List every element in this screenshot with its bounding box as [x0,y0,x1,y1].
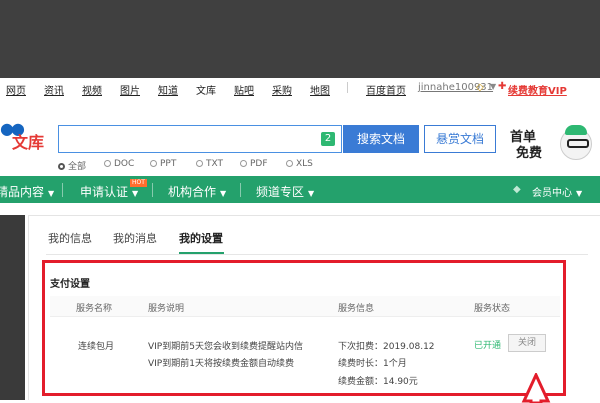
topnav-item-video[interactable]: 视频 [82,82,102,97]
topnav-item-purchase[interactable]: 采购 [272,82,292,97]
nav-channel-zone[interactable]: 频道专区 ▼ [256,183,314,200]
tabs-divider [46,254,588,255]
topnav-item-tieba[interactable]: 贴吧 [234,82,254,97]
highlight-box [42,260,566,396]
radio-icon [240,160,247,167]
nav-premium-content[interactable]: 精品内容 ▼ [0,183,54,200]
reward-document-button[interactable]: 悬赏文档 [424,125,496,153]
vip-icon: ✚ [498,81,507,92]
promo-line2: 免费 [516,146,543,161]
tab-my-info[interactable]: 我的信息 [48,230,92,246]
diamond-icon: ◇ [476,82,484,93]
tab-my-messages[interactable]: 我的消息 [113,230,157,246]
radio-icon [104,160,111,167]
topnav-item-map[interactable]: 地图 [310,82,330,97]
filetype-all[interactable]: 全部 [58,159,86,172]
search-input[interactable]: 2 [58,125,342,153]
caret-down-icon: ▼ [220,189,227,198]
logo-text: 文库 [12,133,45,152]
filetype-label: DOC [114,159,135,169]
arrow-up-annotation-icon [521,373,551,403]
filetype-txt[interactable]: TXT [196,159,223,169]
radio-selected-icon [58,163,65,170]
filetype-xls[interactable]: XLS [286,159,313,169]
radio-icon [150,160,157,167]
filetype-doc[interactable]: DOC [104,159,134,169]
filetype-label: PDF [250,159,268,169]
first-order-free-promo[interactable]: 首单 免费 [508,124,598,164]
member-center-link[interactable]: 会员中心 ▼ [532,184,582,199]
hot-badge: HOT [130,179,147,187]
member-center-label: 会员中心 [532,188,572,199]
left-sidebar-strip [0,215,25,400]
topnav-item-wenku[interactable]: 文库 [196,82,216,97]
filetype-label: PPT [160,159,177,169]
baidu-home-link[interactable]: 百度首页 [366,82,406,97]
topnav-divider [347,82,348,93]
main-navigation: 精品内容 ▼ 申请认证 ▼ HOT 机构合作 ▼ 频道专区 ▼ ◆ 会员中心 ▼ [0,176,600,203]
screen-top-dark-area [0,0,600,78]
filetype-ppt[interactable]: PPT [150,159,176,169]
tab-my-settings[interactable]: 我的设置 [179,230,223,246]
filetype-label: 全部 [68,162,87,172]
wenku-logo[interactable]: ●● 文库 [0,115,56,155]
nav-divider [152,183,153,197]
nav-label: 频道专区 [256,185,305,199]
nav-label: 申请认证 [80,185,129,199]
chevron-down-icon[interactable]: ▼ [490,82,496,91]
account-tabs: 我的信息 我的消息 我的设置 [28,228,588,256]
topnav-item-web[interactable]: 网页 [6,82,26,97]
filetype-label: XLS [296,159,313,169]
filetype-pdf[interactable]: PDF [240,159,268,169]
mascot-icon [560,125,592,160]
caret-down-icon: ▼ [308,189,315,198]
filetype-label: TXT [206,159,224,169]
topnav-item-news[interactable]: 资讯 [44,82,64,97]
radio-icon [196,160,203,167]
caret-down-icon: ▼ [48,189,55,198]
nav-institution-cooperation[interactable]: 机构合作 ▼ [168,183,226,200]
renew-vip-link[interactable]: 续费教育VIP [508,82,567,97]
nav-divider [240,183,241,197]
top-navigation: 网页 资讯 视频 图片 知道 文库 贴吧 采购 地图 百度首页 jinnahe1… [0,78,600,98]
search-count-badge: 2 [321,132,335,146]
caret-down-icon: ▼ [576,189,583,198]
caret-down-icon: ▼ [132,189,139,198]
nav-label: 机构合作 [168,185,217,199]
search-documents-button[interactable]: 搜索文档 [343,125,419,153]
member-diamond-icon: ◆ [513,184,521,195]
nav-divider [62,183,63,197]
topnav-item-zhidao[interactable]: 知道 [158,82,178,97]
radio-icon [286,160,293,167]
nav-label: 精品内容 [0,185,45,199]
topnav-item-images[interactable]: 图片 [120,82,140,97]
